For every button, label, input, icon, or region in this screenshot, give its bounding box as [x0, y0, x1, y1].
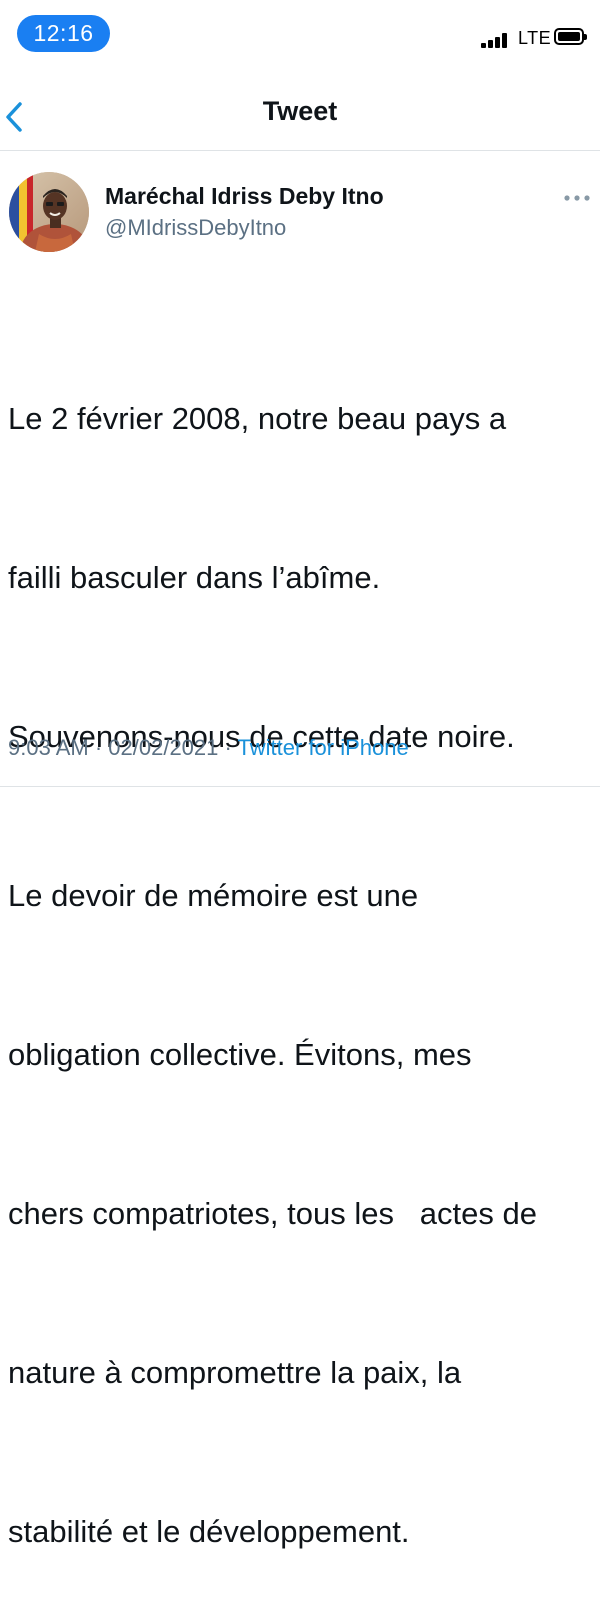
- tweet-text-line: stabilité et le développement.: [8, 1514, 410, 1549]
- tweet-text-line: chers compatriotes, tous les actes de: [8, 1196, 537, 1231]
- avatar-image: [9, 172, 89, 252]
- meta-separator: ·: [88, 735, 109, 760]
- status-bar: 12:16 LTE: [0, 0, 600, 66]
- tweet-metadata: 9:03 AM · 02/02/2021 · Twitter for iPhon…: [8, 735, 409, 761]
- author-name[interactable]: Maréchal Idriss Deby Itno: [105, 183, 384, 210]
- page-title: Tweet: [262, 96, 338, 126]
- tweet-text: Le 2 février 2008, notre beau pays a fai…: [8, 286, 588, 1600]
- more-options-button[interactable]: [560, 190, 594, 206]
- tweet-text-line: Le devoir de mémoire est une: [8, 878, 419, 913]
- battery-icon: [554, 28, 587, 45]
- profile-avatar[interactable]: [9, 172, 89, 252]
- tweet-source-link[interactable]: Twitter for iPhone: [238, 735, 409, 760]
- cellular-signal-icon: [481, 32, 515, 48]
- tweet-time[interactable]: 9:03 AM: [8, 735, 89, 760]
- tweet-date[interactable]: 02/02/2021: [108, 735, 218, 760]
- tweet-text-line: nature à compromettre la paix, la: [8, 1355, 462, 1390]
- more-options-icon: [564, 195, 590, 201]
- tweet-text-line: obligation collective. Évitons, mes: [8, 1037, 472, 1072]
- divider: [0, 786, 600, 787]
- network-type-label: LTE: [518, 28, 552, 48]
- navigation-bar: Tweet: [0, 80, 600, 151]
- status-time[interactable]: 12:16: [17, 15, 110, 52]
- tweet-text-line: failli basculer dans l’abîme.: [8, 560, 381, 595]
- tweet-text-line: Le 2 février 2008, notre beau pays a: [8, 401, 507, 436]
- meta-separator: ·: [218, 735, 238, 760]
- author-handle[interactable]: @MIdrissDebyItno: [105, 215, 286, 241]
